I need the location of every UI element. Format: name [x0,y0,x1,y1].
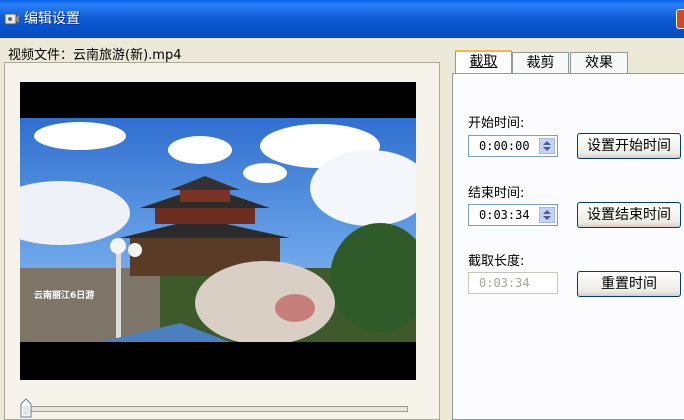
length-label: 截取长度: [468,254,525,269]
file-name: 云南旅游(新).mp4 [73,48,182,63]
file-info: 视频文件：云南旅游(新).mp4 [8,44,181,63]
close-button[interactable] [676,9,684,29]
app-icon [4,13,19,25]
reset-time-button[interactable]: 重置时间 [577,271,681,297]
seek-bar[interactable] [22,406,408,412]
start-time-input[interactable]: 0:00:00 [468,135,558,157]
length-value: 0:03:34 [479,276,530,290]
title-bar[interactable]: 编辑设置 [0,0,684,38]
tab-effects[interactable]: 效果 [570,52,628,73]
window-title: 编辑设置 [24,11,80,27]
start-time-label: 开始时间: [468,116,525,131]
file-label: 视频文件： [8,48,74,63]
start-time-value: 0:00:00 [479,139,530,153]
length-field: 0:03:34 [468,272,558,294]
end-time-spinner-icon[interactable] [539,207,555,223]
tab-trim[interactable]: 截取 [455,50,512,74]
end-time-label: 结束时间: [468,186,525,201]
end-time-value: 0:03:34 [479,208,530,222]
start-time-spinner-icon[interactable] [539,138,555,154]
end-time-input[interactable]: 0:03:34 [468,204,558,226]
set-end-time-button[interactable]: 设置结束时间 [577,202,681,228]
video-frame-image: 云南丽江6日游 [20,118,416,342]
seek-thumb[interactable] [20,398,32,418]
tab-crop[interactable]: 裁剪 [512,52,569,73]
video-caption: 云南丽江6日游 [34,289,94,301]
set-start-time-button[interactable]: 设置开始时间 [577,133,681,159]
